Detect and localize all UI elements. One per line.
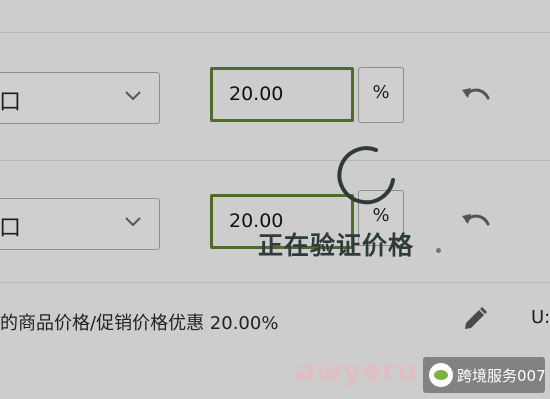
chevron-down-icon <box>125 91 141 101</box>
percent-unit-1: % <box>358 67 404 123</box>
select-value: 口 <box>0 90 22 115</box>
pencil-edit-icon[interactable] <box>462 306 488 332</box>
loading-spinner-icon <box>337 146 395 205</box>
discount-type-select-2[interactable]: 口 <box>0 198 160 250</box>
loading-dot <box>436 248 441 253</box>
row-divider-2 <box>0 282 550 283</box>
cut-off-label: U: <box>531 307 550 328</box>
wechat-logo-icon <box>429 363 453 387</box>
undo-icon[interactable] <box>459 210 491 232</box>
percent-input-1[interactable]: 20.00 <box>210 67 354 122</box>
select-value: 口 <box>0 216 22 241</box>
discount-type-select-1[interactable]: 口 <box>0 72 160 124</box>
chevron-down-icon <box>125 217 141 227</box>
watermark-text: awyeru <box>296 354 418 387</box>
row-divider <box>0 160 550 161</box>
watermark-badge-label: 跨境服务007 <box>457 367 546 385</box>
top-divider <box>0 32 550 33</box>
undo-icon[interactable] <box>459 84 491 106</box>
promotion-summary: 的商品价格/促销价格优惠 20.00% <box>0 313 279 334</box>
loading-message: 正在验证价格 <box>258 231 415 260</box>
